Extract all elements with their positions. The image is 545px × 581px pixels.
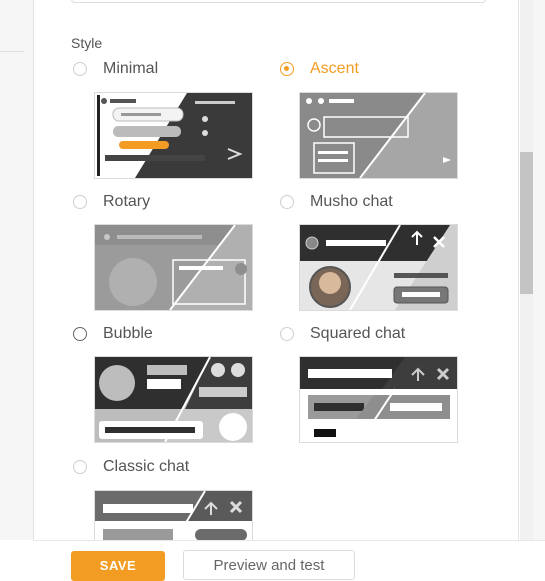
radio-bubble[interactable]	[73, 327, 87, 341]
rotary-preview-icon[interactable]	[94, 224, 253, 311]
style-option-musho-chat[interactable]: Musho chat	[280, 193, 393, 211]
style-option-classic-chat[interactable]: Classic chat	[73, 458, 189, 476]
radio-squared-chat[interactable]	[280, 327, 294, 341]
squared-chat-preview-icon[interactable]	[299, 356, 458, 443]
radio-musho-chat[interactable]	[280, 195, 294, 209]
style-option-rotary[interactable]: Rotary	[73, 193, 150, 211]
scrollbar-thumb[interactable]	[520, 152, 533, 294]
bubble-preview-icon[interactable]	[94, 356, 253, 443]
option-label-squared-chat: Squared chat	[310, 325, 406, 342]
option-label-minimal: Minimal	[103, 60, 159, 77]
previous-field[interactable]	[71, 0, 486, 3]
right-panel-edge	[533, 0, 545, 540]
option-label-rotary: Rotary	[103, 193, 151, 210]
style-option-bubble[interactable]: Bubble	[73, 325, 153, 343]
save-button[interactable]: SAVE	[71, 551, 165, 581]
radio-ascent[interactable]	[280, 62, 294, 76]
radio-rotary[interactable]	[73, 195, 87, 209]
ascent-preview-icon[interactable]	[299, 92, 458, 179]
musho-chat-preview-icon[interactable]	[299, 224, 458, 311]
style-option-ascent[interactable]: Ascent	[280, 60, 359, 78]
left-panel-divider	[0, 51, 24, 52]
minimal-preview-icon[interactable]	[94, 92, 253, 179]
option-label-ascent: Ascent	[310, 60, 359, 77]
scrollbar[interactable]	[520, 0, 533, 540]
option-label-bubble: Bubble	[103, 325, 153, 342]
panel-border	[518, 0, 519, 540]
footer-divider	[33, 540, 545, 541]
style-option-squared-chat[interactable]: Squared chat	[280, 325, 405, 343]
radio-minimal[interactable]	[73, 62, 87, 76]
style-option-minimal[interactable]: Minimal	[73, 60, 158, 78]
option-label-classic-chat: Classic chat	[103, 458, 190, 475]
radio-classic-chat[interactable]	[73, 460, 87, 474]
style-section-label: Style	[71, 35, 103, 51]
preview-and-test-button[interactable]: Preview and test	[183, 550, 355, 580]
option-label-musho-chat: Musho chat	[310, 193, 393, 210]
left-panel-edge	[0, 0, 34, 567]
classic-chat-preview-icon[interactable]	[94, 490, 253, 541]
